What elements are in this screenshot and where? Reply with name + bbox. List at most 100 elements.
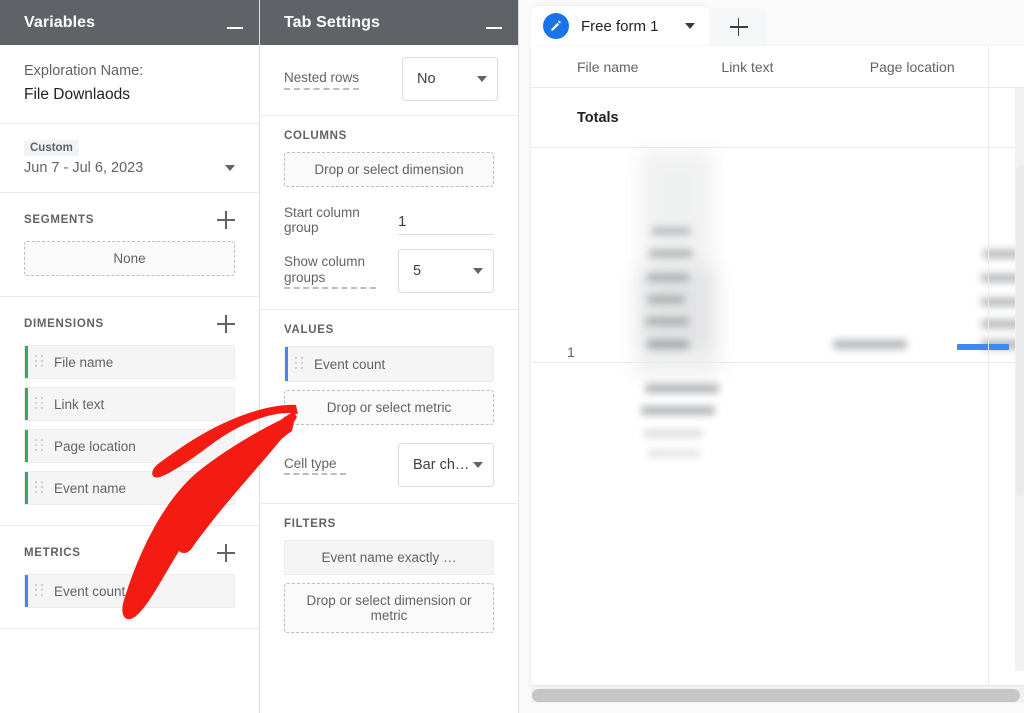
dimension-label: File name [54, 355, 113, 370]
ga4-exploration-app: Variables Exploration Name: File Downlao… [0, 0, 1024, 713]
value-item-event-count[interactable]: Event count [284, 346, 494, 382]
chevron-down-icon[interactable] [473, 462, 483, 468]
filters-drop-zone[interactable]: Drop or select dimension or metric [284, 583, 494, 633]
segment-item-none[interactable]: None [24, 241, 235, 276]
start-column-group-label: Start column group [284, 205, 398, 235]
metric-label: Event count [54, 584, 125, 599]
cell-type-label: Cell type [284, 456, 346, 475]
redacted-cell [649, 250, 693, 257]
exploration-name-value[interactable]: File Downlaods [24, 83, 235, 107]
table-body: 1 [531, 148, 1024, 582]
cell-type-value: Bar ch… [413, 457, 469, 473]
values-drop-zone[interactable]: Drop or select metric [284, 390, 494, 425]
vertical-scrollbar[interactable] [1015, 88, 1024, 671]
plus-icon [730, 18, 748, 36]
minimize-icon[interactable] [486, 27, 502, 29]
table-header-row: File name Link text Page location [531, 46, 1024, 88]
totals-label: Totals [577, 110, 723, 126]
variables-panel-title: Variables [24, 14, 95, 32]
dimensions-title: DIMENSIONS [24, 318, 104, 330]
redacted-cell [645, 318, 689, 325]
tab-label: Free form 1 [581, 18, 659, 35]
row-number: 1 [567, 344, 575, 360]
tab-settings-panel-header: Tab Settings [260, 0, 518, 45]
row-divider [531, 362, 1024, 363]
report-canvas: Free form 1 File name Link text Page loc… [519, 0, 1024, 713]
drag-handle-icon[interactable] [35, 481, 44, 495]
dimension-item-event-name[interactable]: Event name [24, 471, 235, 505]
values-title: VALUES [284, 324, 494, 336]
drag-handle-icon[interactable] [35, 584, 44, 598]
tab-settings-panel: Tab Settings Nested rows No COLUMNS Drop… [260, 0, 519, 713]
dimension-item-page-location[interactable]: Page location [24, 429, 235, 463]
metrics-header: METRICS [24, 544, 235, 562]
nested-rows-field: Nested rows No [260, 45, 518, 116]
report-tab-strip: Free form 1 [519, 0, 1024, 46]
column-header-file-name[interactable]: File name [577, 59, 721, 75]
redacted-cell [647, 274, 689, 281]
start-column-group-input[interactable]: 1 [398, 213, 494, 235]
show-column-groups-label: Show column groups [284, 254, 376, 289]
dimension-label: Link text [54, 397, 104, 412]
event-count-bar [957, 344, 1009, 350]
exploration-name-section: Exploration Name: File Downlaods [0, 45, 259, 124]
pencil-circle-icon [543, 13, 569, 39]
metrics-title: METRICS [24, 547, 81, 559]
nested-rows-select[interactable]: No [402, 57, 498, 101]
exploration-name-label: Exploration Name: [24, 59, 235, 83]
drag-handle-icon[interactable] [295, 357, 304, 371]
horizontal-scrollbar-thumb[interactable] [532, 689, 1020, 702]
column-header-page-location[interactable]: Page location [870, 59, 1024, 75]
nested-rows-label: Nested rows [284, 69, 359, 90]
redacted-cell [643, 430, 703, 437]
add-tab-button[interactable] [711, 8, 767, 46]
column-header-link-text[interactable]: Link text [721, 59, 869, 75]
show-column-groups-select[interactable]: 5 [398, 249, 494, 293]
variables-panel-header: Variables [0, 0, 259, 45]
start-column-group-field: Start column group 1 [284, 205, 494, 235]
redacted-cell [647, 450, 701, 457]
drag-handle-icon[interactable] [35, 397, 44, 411]
columns-title: COLUMNS [284, 130, 494, 142]
metric-item-event-count[interactable]: Event count [24, 574, 235, 608]
drag-handle-icon[interactable] [35, 439, 44, 453]
chevron-down-icon[interactable] [477, 76, 487, 82]
dimensions-header: DIMENSIONS [24, 315, 235, 333]
horizontal-scrollbar[interactable] [531, 688, 1024, 703]
redacted-cell [647, 296, 685, 303]
tab-free-form-1[interactable]: Free form 1 [531, 6, 709, 46]
plus-icon[interactable] [217, 315, 235, 333]
metrics-section: METRICS Event count [0, 526, 259, 629]
date-range-value: Jun 7 - Jul 6, 2023 [24, 160, 143, 176]
show-column-groups-field: Show column groups 5 [284, 249, 494, 293]
table-totals-row: Totals [531, 88, 1024, 148]
columns-drop-zone[interactable]: Drop or select dimension [284, 152, 494, 187]
drag-handle-icon[interactable] [35, 355, 44, 369]
redacted-cell [645, 384, 719, 393]
filter-item-event-name[interactable]: Event name exactly … [284, 540, 494, 575]
variables-panel: Variables Exploration Name: File Downlao… [0, 0, 260, 713]
vertical-scrollbar-thumb[interactable] [1016, 166, 1024, 496]
dimension-item-file-name[interactable]: File name [24, 345, 235, 379]
chevron-down-icon[interactable] [225, 165, 235, 171]
plus-icon[interactable] [217, 211, 235, 229]
report-table: File name Link text Page location Totals… [531, 46, 1024, 685]
nested-rows-value: No [417, 71, 436, 87]
plus-icon[interactable] [217, 544, 235, 562]
cell-type-select[interactable]: Bar ch… [398, 443, 494, 487]
date-range-section[interactable]: Custom Jun 7 - Jul 6, 2023 [0, 124, 259, 193]
date-range-row[interactable]: Jun 7 - Jul 6, 2023 [24, 160, 235, 176]
minimize-icon[interactable] [227, 27, 243, 29]
show-column-groups-value: 5 [413, 263, 421, 279]
segments-header: SEGMENTS [24, 211, 235, 229]
dimension-label: Event name [54, 481, 126, 496]
segments-title: SEGMENTS [24, 214, 94, 226]
filters-section: FILTERS Event name exactly … Drop or sel… [260, 503, 518, 649]
filters-title: FILTERS [284, 518, 494, 530]
dimension-item-link-text[interactable]: Link text [24, 387, 235, 421]
chevron-down-icon[interactable] [473, 268, 483, 274]
segments-section: SEGMENTS None [0, 193, 259, 297]
dimensions-section: DIMENSIONS File name Link text Page loca… [0, 297, 259, 526]
redacted-cell [833, 340, 907, 349]
chevron-down-icon[interactable] [685, 23, 695, 29]
